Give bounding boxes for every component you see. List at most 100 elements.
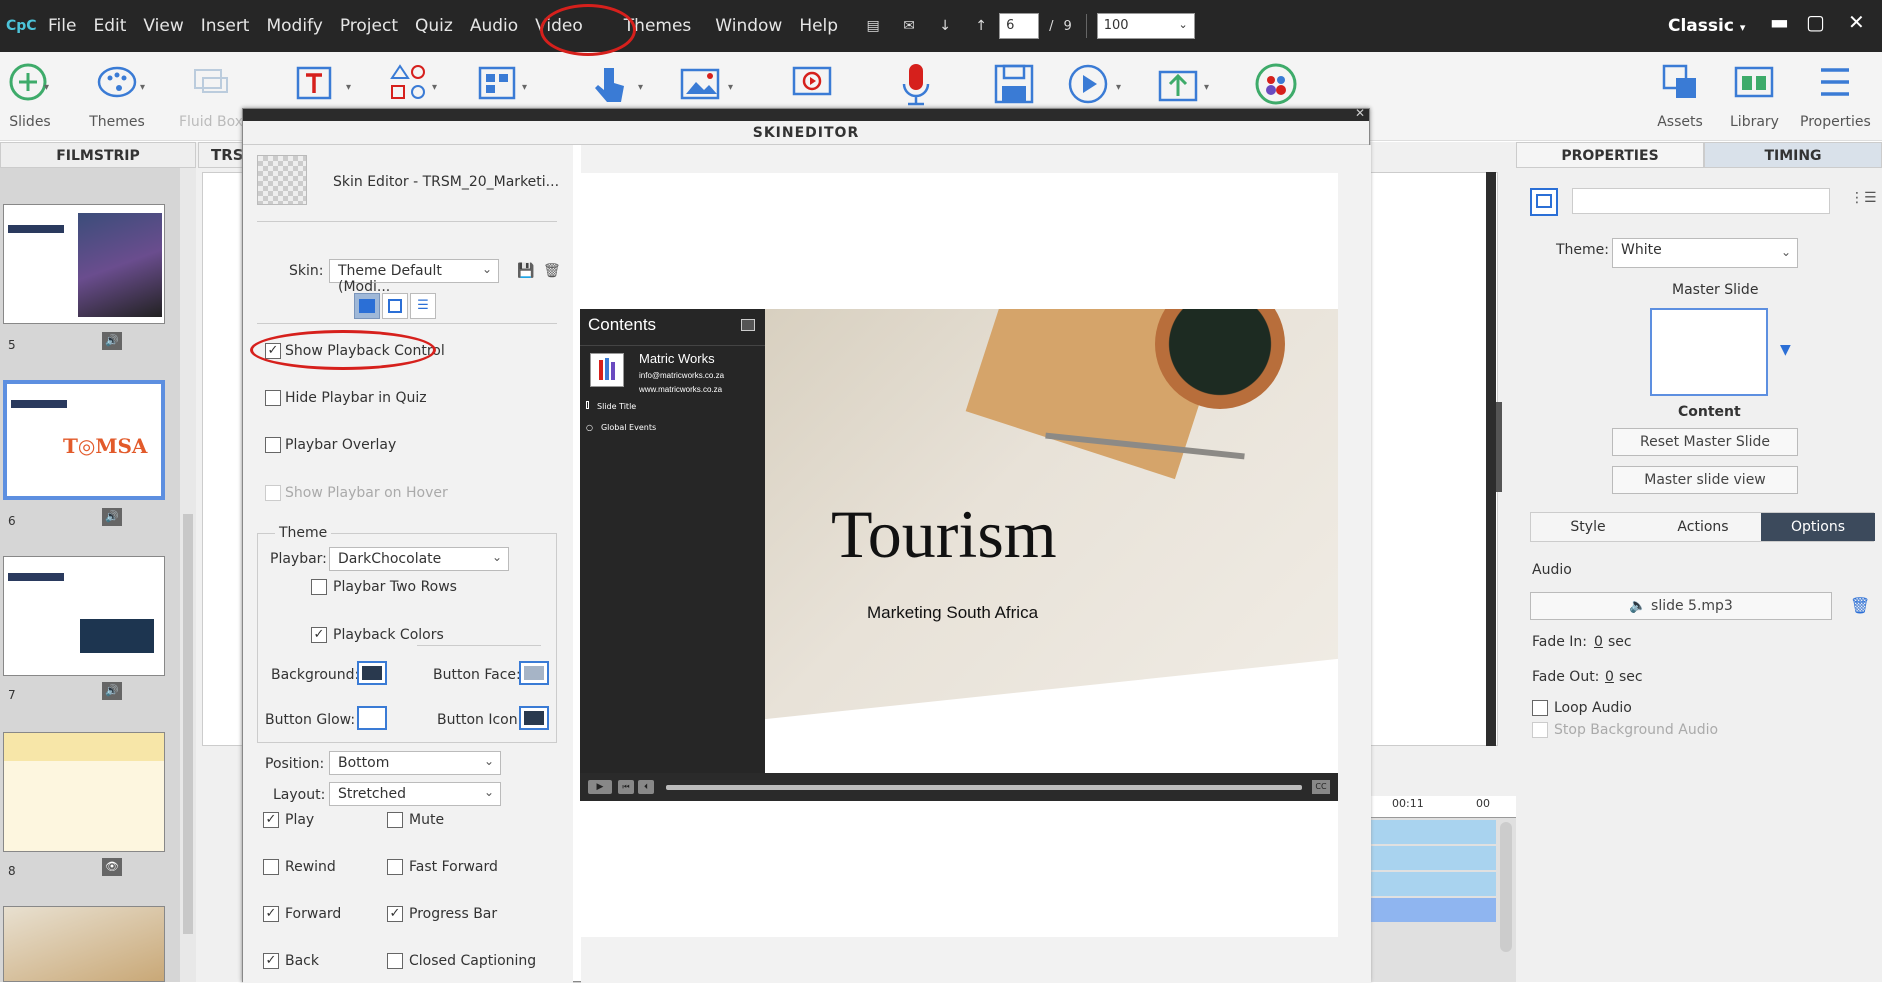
chevron-down-icon[interactable]: ▼	[1780, 342, 1791, 358]
chevron-down-icon[interactable]: ▾	[140, 82, 145, 93]
fade-out-value[interactable]: 0	[1605, 669, 1614, 685]
audio-file-button[interactable]: 🔈 slide 5.mp3	[1530, 592, 1832, 620]
trash-icon[interactable]: 🗑	[1850, 596, 1870, 615]
tab-actions[interactable]: Actions	[1645, 513, 1761, 541]
stop-bg-audio-checkbox[interactable]	[1532, 722, 1548, 738]
speaker-icon[interactable]: 🔊	[102, 682, 122, 700]
workspace-switcher[interactable]: Classic ▾	[1668, 16, 1745, 36]
chevron-down-icon[interactable]: ▾	[1116, 82, 1121, 93]
toc-item[interactable]: Slide Title	[586, 401, 636, 411]
menu-file[interactable]: File	[48, 16, 76, 36]
chevron-down-icon[interactable]: ▾	[638, 82, 643, 93]
button-icon-swatch[interactable]	[519, 706, 549, 730]
button-glow-swatch[interactable]	[357, 706, 387, 730]
eye-icon[interactable]: 👁	[102, 858, 122, 876]
loop-audio-checkbox[interactable]	[1532, 700, 1548, 716]
playbar-select[interactable]: DarkChocolate ⌄	[329, 547, 509, 571]
playbar-overlay-checkbox[interactable]	[265, 437, 281, 453]
maximize-icon[interactable]: ▢	[1806, 10, 1825, 34]
video-record-icon[interactable]	[790, 62, 838, 106]
arrow-down-icon[interactable]: ↓	[936, 18, 954, 34]
play-icon[interactable]: ▶	[588, 780, 612, 794]
chevron-down-icon[interactable]: ▾	[728, 82, 733, 93]
theme-select[interactable]: White ⌄	[1612, 238, 1798, 268]
fade-in-value[interactable]: 0	[1594, 634, 1603, 650]
master-slide-view-button[interactable]: Master slide view	[1612, 466, 1798, 494]
menu-help[interactable]: Help	[799, 16, 838, 36]
slide-thumbnail-6[interactable]: T◎MSA	[3, 380, 165, 500]
tab-style[interactable]: Style	[1531, 513, 1645, 541]
preview-play-icon[interactable]	[1066, 62, 1110, 106]
zoom-select[interactable]: 100 ⌄	[1096, 13, 1195, 39]
layout-select[interactable]: Stretched ⌄	[329, 782, 501, 806]
media-icon[interactable]	[678, 62, 722, 106]
menu-audio[interactable]: Audio	[470, 16, 518, 36]
master-slide-preview[interactable]	[1650, 308, 1768, 396]
fluid-box-button[interactable]: Fluid Box	[176, 60, 246, 130]
hide-playbar-quiz-checkbox[interactable]	[265, 390, 281, 406]
minimize-icon[interactable]: ▬	[1770, 10, 1789, 34]
position-select[interactable]: Bottom ⌄	[329, 751, 501, 775]
reset-master-slide-button[interactable]: Reset Master Slide	[1612, 428, 1798, 456]
timeline-track[interactable]	[1370, 846, 1496, 870]
rewind-checkbox[interactable]	[263, 859, 279, 875]
chevron-down-icon[interactable]: ▾	[44, 82, 49, 93]
list-options-icon[interactable]: ⋮☰	[1850, 190, 1877, 206]
progress-bar[interactable]	[666, 785, 1302, 790]
timeline-track[interactable]	[1370, 872, 1496, 896]
chevron-down-icon[interactable]: ▾	[346, 82, 351, 93]
arrow-up-icon[interactable]: ↑	[972, 18, 990, 34]
chevron-down-icon[interactable]: ▾	[432, 82, 437, 93]
background-color-swatch[interactable]	[357, 661, 387, 685]
tab-options[interactable]: Options	[1761, 513, 1875, 541]
toc-collapse-icon[interactable]	[741, 319, 755, 331]
mute-checkbox[interactable]	[387, 812, 403, 828]
slide-thumbnail-7[interactable]	[3, 556, 165, 676]
timeline-scrollbar[interactable]	[1500, 822, 1512, 952]
forward-checkbox[interactable]: ✓	[263, 906, 279, 922]
slide-thumbnail-9[interactable]	[3, 906, 165, 982]
chevron-down-icon[interactable]: ▾	[1204, 82, 1209, 93]
menu-quiz[interactable]: Quiz	[415, 16, 453, 36]
menu-edit[interactable]: Edit	[93, 16, 126, 36]
slide-thumbnail-8[interactable]	[3, 732, 165, 852]
menu-view[interactable]: View	[143, 16, 183, 36]
rewind-icon[interactable]: ⏮	[618, 780, 634, 794]
timeline-track[interactable]	[1370, 898, 1496, 922]
back-checkbox[interactable]: ✓	[263, 953, 279, 969]
library-button[interactable]: Library	[1730, 60, 1779, 130]
community-icon[interactable]	[1254, 62, 1298, 106]
comment-icon[interactable]: ▤	[864, 18, 882, 34]
show-playbar-hover-checkbox[interactable]	[265, 485, 281, 501]
document-tab[interactable]: TRS	[198, 142, 248, 168]
playback-colors-checkbox[interactable]: ✓	[311, 627, 327, 643]
close-icon[interactable]: ✕	[1355, 106, 1365, 120]
filmstrip-scrollbar[interactable]	[180, 168, 196, 982]
chevron-down-icon[interactable]: ▾	[522, 82, 527, 93]
slide-number-input[interactable]: 6	[999, 13, 1040, 39]
assets-button[interactable]: Assets	[1656, 60, 1704, 130]
tab-timing[interactable]: TIMING	[1704, 142, 1882, 168]
mail-icon[interactable]: ✉	[900, 18, 918, 34]
menu-modify[interactable]: Modify	[266, 16, 322, 36]
menu-window[interactable]: Window	[715, 16, 782, 36]
speaker-icon[interactable]: 🔊	[102, 508, 122, 526]
play-checkbox[interactable]: ✓	[263, 812, 279, 828]
slide-thumbnail-5[interactable]	[3, 204, 165, 324]
toc-tab[interactable]: ☰	[410, 293, 436, 319]
tab-properties[interactable]: PROPERTIES	[1516, 142, 1704, 168]
objects-icon[interactable]	[476, 62, 520, 106]
text-icon[interactable]	[294, 62, 338, 106]
back-icon[interactable]: ⏴	[638, 780, 654, 794]
properties-button[interactable]: Properties	[1800, 60, 1871, 130]
progress-bar-checkbox[interactable]: ✓	[387, 906, 403, 922]
cc-icon[interactable]: CC	[1312, 780, 1330, 794]
slides-button[interactable]: Slides	[2, 60, 58, 130]
skin-select[interactable]: Theme Default (Modi... ⌄	[329, 259, 499, 295]
button-face-swatch[interactable]	[519, 661, 549, 685]
microphone-icon[interactable]	[894, 62, 938, 106]
interactions-icon[interactable]	[588, 62, 632, 106]
speaker-icon[interactable]: 🔊	[102, 332, 122, 350]
save-skin-icon[interactable]: 💾	[517, 263, 534, 279]
toc-item[interactable]: ○ Global Events	[586, 423, 656, 432]
